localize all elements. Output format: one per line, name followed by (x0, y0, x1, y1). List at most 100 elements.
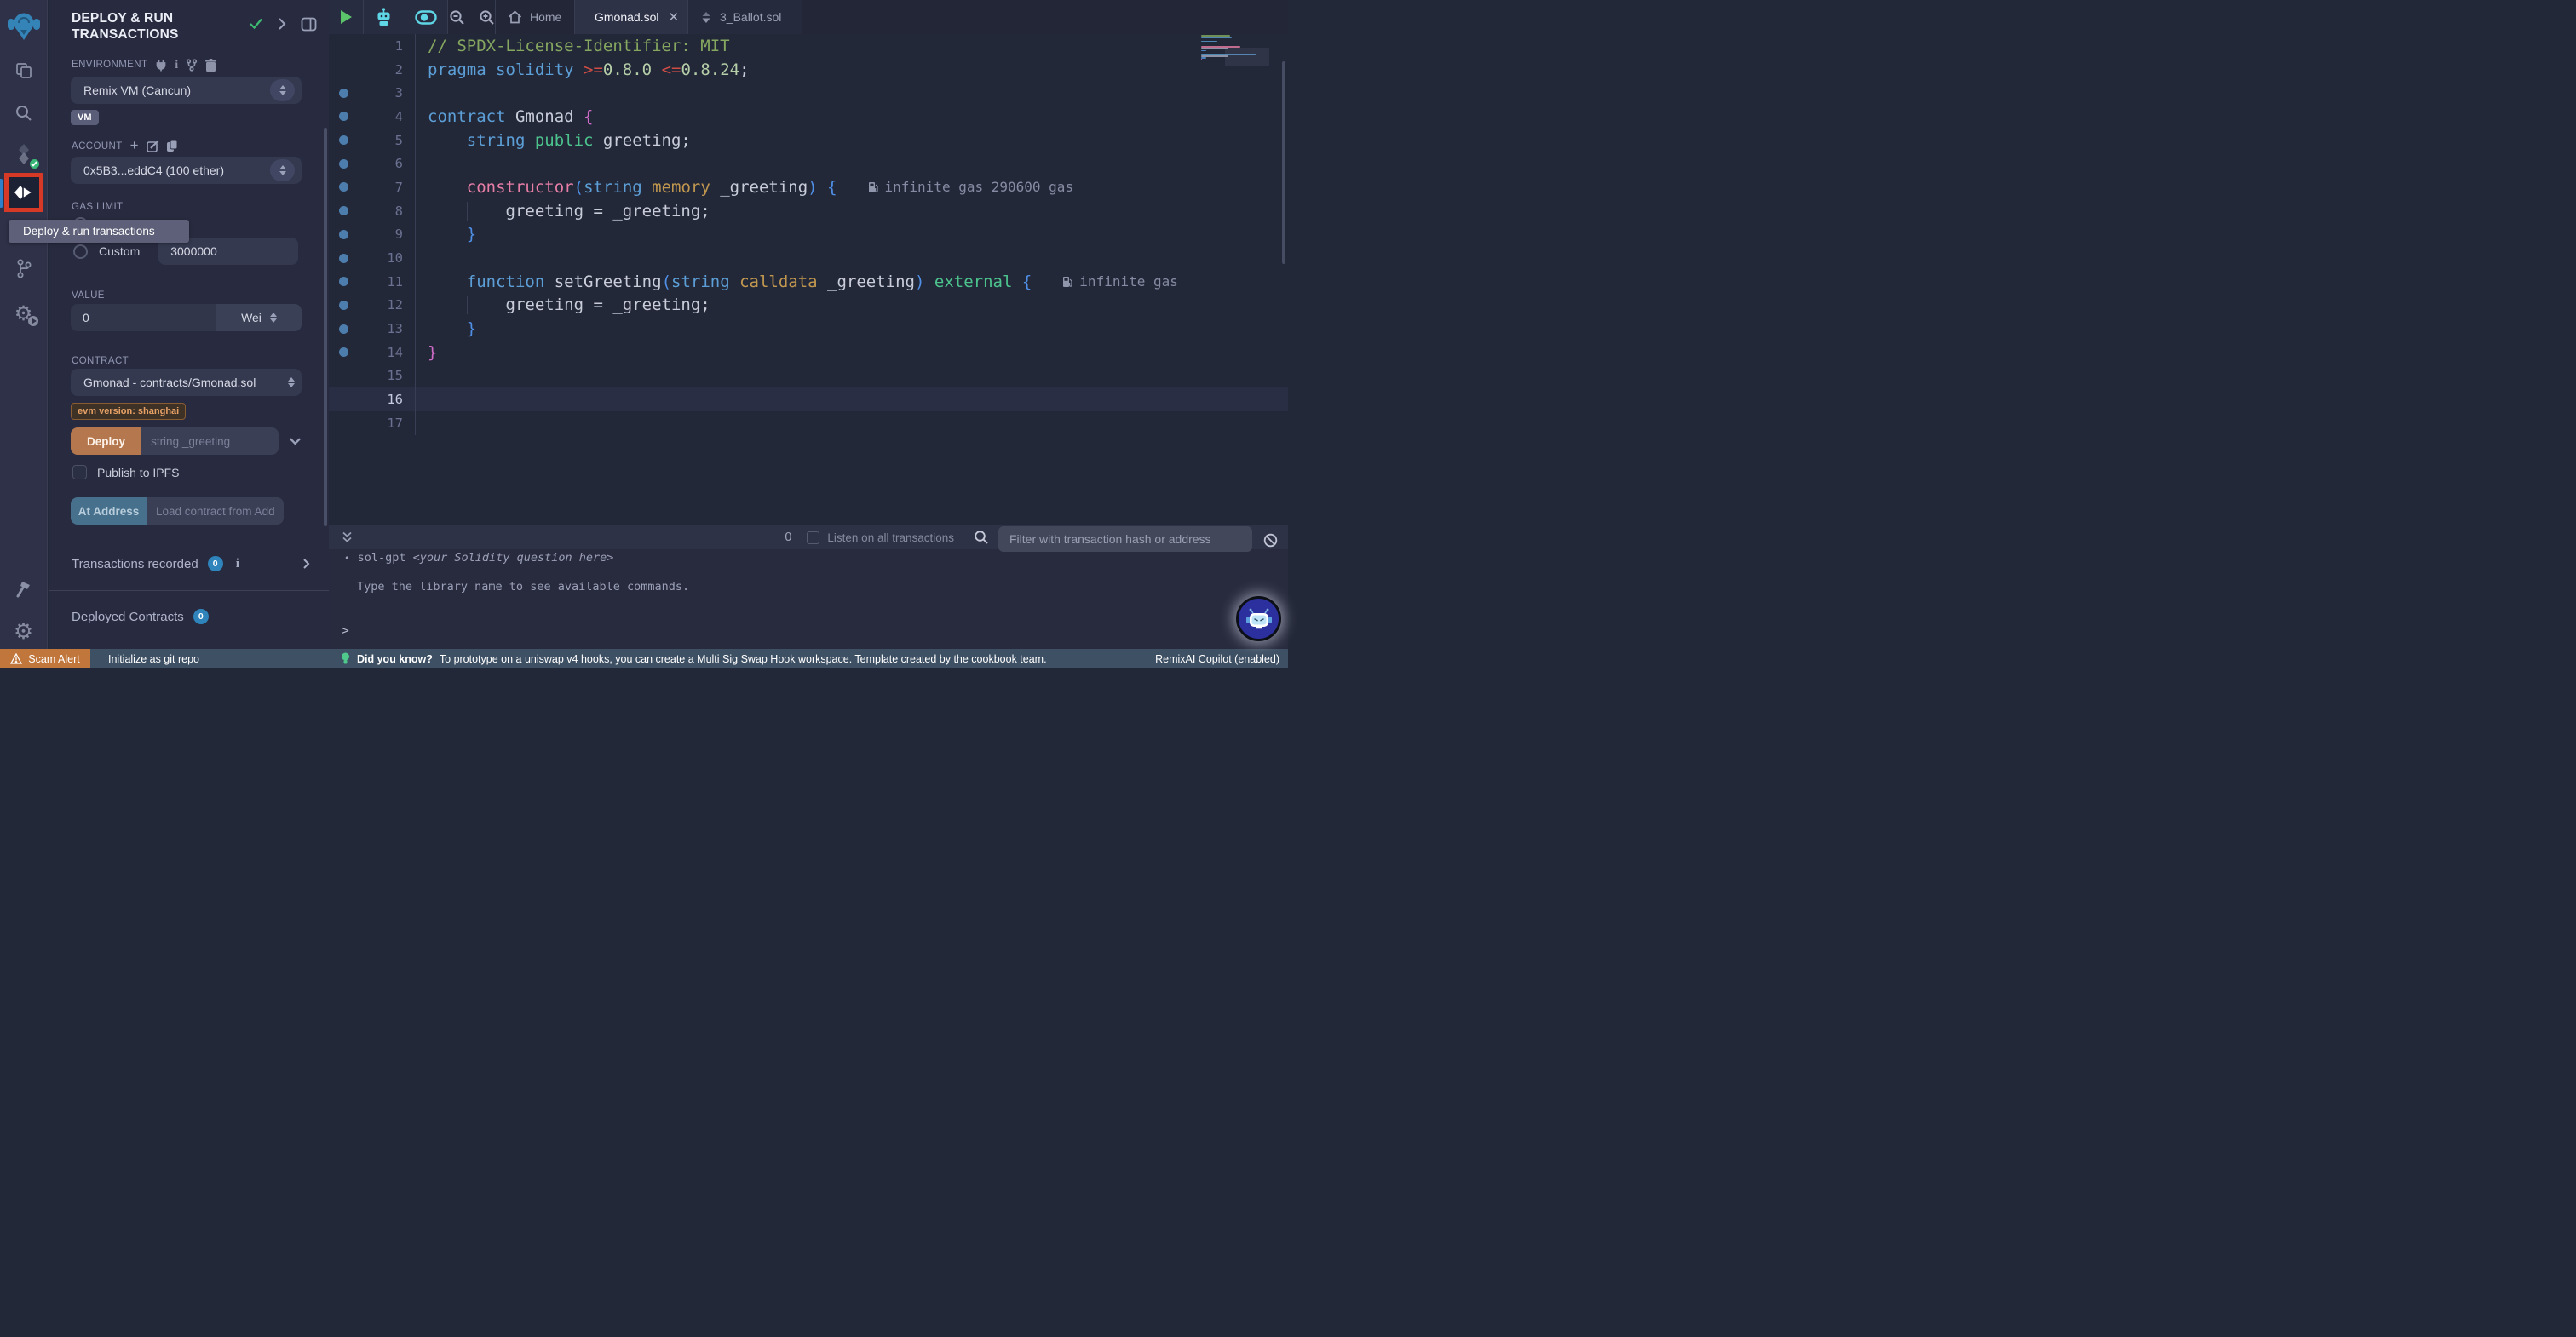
transactions-recorded-row[interactable]: Transactions recorded 0 i (49, 537, 329, 590)
deploy-run-button[interactable] (4, 173, 43, 212)
tab-close-icon[interactable]: ✕ (668, 9, 679, 25)
account-select[interactable]: 0x5B3...eddC4 (100 ether) (71, 157, 302, 184)
deploy-arg-input[interactable] (141, 427, 279, 455)
copy-account-icon[interactable] (167, 140, 178, 152)
solidity-file-icon (700, 11, 712, 24)
code-text: pragma solidity >=0.8.0 <=0.8.24; (416, 60, 750, 79)
tab-gmonad[interactable]: Gmonad.sol ✕ (575, 0, 688, 34)
panel-scrollbar[interactable] (324, 128, 327, 526)
zoom-out-icon[interactable] (449, 9, 465, 26)
code-line[interactable]: 14} (329, 341, 1288, 364)
git-button[interactable] (0, 255, 47, 283)
value-input[interactable] (71, 304, 216, 331)
tab-home[interactable]: Home (496, 0, 575, 34)
code-text: greeting = _greeting; (416, 202, 710, 221)
vm-badge: VM (71, 110, 99, 125)
env-info-icon[interactable]: i (175, 58, 178, 72)
terminal-prompt[interactable]: > (342, 624, 349, 638)
code-line[interactable]: 16 (329, 387, 1288, 411)
expand-terminal-icon[interactable] (341, 531, 354, 543)
listen-checkbox[interactable] (807, 531, 819, 544)
code-line[interactable]: 3 (329, 81, 1288, 105)
editor-region: Home Gmonad.sol ✕ 3_Ballot.sol 1// SPDX-… (329, 0, 1288, 649)
tooltip: Deploy & run transactions (9, 220, 189, 243)
plug-icon[interactable] (155, 59, 167, 72)
code-line[interactable]: 6 (329, 152, 1288, 175)
code-line[interactable]: 5 string public greeting; (329, 129, 1288, 152)
expand-chevron-icon[interactable] (278, 17, 286, 31)
custom-gas-radio[interactable] (73, 244, 88, 259)
git-init-button[interactable]: Initialize as git repo (108, 653, 199, 665)
copilot-status[interactable]: RemixAI Copilot (enabled) (1155, 653, 1279, 665)
settings-button[interactable]: ⚙ (0, 618, 47, 646)
delete-env-icon[interactable] (205, 59, 216, 72)
unit-testing-button[interactable]: ⚙ (0, 300, 47, 327)
clear-console-icon[interactable] (1263, 533, 1278, 548)
transactions-chevron-icon[interactable] (302, 558, 310, 570)
at-address-button[interactable]: At Address (71, 497, 147, 525)
publish-ipfs-option[interactable]: Publish to IPFS (49, 465, 329, 479)
gutter-glyph (329, 254, 358, 263)
remix-ai-button[interactable] (1236, 596, 1281, 641)
code-text: } (416, 319, 476, 338)
minimap-slider[interactable] (1225, 48, 1269, 66)
code-line[interactable]: 15 (329, 364, 1288, 388)
gas-limit-label: GAS LIMIT (72, 202, 123, 212)
custom-gas-text: Custom (99, 244, 140, 258)
code-line[interactable]: 9 } (329, 223, 1288, 247)
file-explorer-button[interactable] (0, 58, 47, 83)
gutter-dot-icon (339, 301, 348, 310)
at-address-input[interactable] (147, 497, 284, 525)
code-line[interactable]: 11 function setGreeting(string calldata … (329, 270, 1288, 294)
terminal-output[interactable]: •sol-gpt <your Solidity question here> T… (329, 549, 1288, 649)
gutter-dot-icon (339, 89, 348, 98)
tab-ballot[interactable]: 3_Ballot.sol (688, 0, 802, 34)
deployed-contracts-label: Deployed Contracts (72, 610, 184, 624)
deploy-expand-chevron-icon[interactable] (289, 437, 302, 445)
edit-account-icon[interactable] (147, 140, 159, 152)
pin-panel-icon[interactable] (301, 17, 317, 32)
line-number: 14 (358, 341, 416, 364)
gutter-glyph (329, 324, 358, 334)
remix-logo[interactable] (0, 9, 47, 43)
value-label: VALUE (72, 290, 105, 301)
code-text: } (416, 225, 476, 244)
code-line[interactable]: 4contract Gmonad { (329, 105, 1288, 129)
code-line[interactable]: 17 (329, 411, 1288, 435)
scam-alert-button[interactable]: Scam Alert (0, 649, 90, 668)
code-line[interactable]: 2pragma solidity >=0.8.0 <=0.8.24; (329, 58, 1288, 82)
environment-select[interactable]: Remix VM (Cancun) (71, 77, 302, 104)
code-editor[interactable]: 1// SPDX-License-Identifier: MIT2pragma … (329, 34, 1288, 525)
value-unit-select[interactable]: Wei (216, 304, 302, 331)
code-line[interactable]: 7 constructor(string memory _greeting) {… (329, 175, 1288, 199)
code-line[interactable]: 1// SPDX-License-Identifier: MIT (329, 34, 1288, 58)
code-line[interactable]: 8 greeting = _greeting; (329, 199, 1288, 223)
deploy-button[interactable]: Deploy (71, 427, 141, 455)
run-script-button[interactable] (329, 0, 364, 34)
compile-success-badge (28, 158, 41, 170)
plugin-manager-button[interactable] (0, 576, 47, 603)
transaction-count: 0 (785, 531, 791, 544)
terminal-filter-input[interactable] (998, 526, 1252, 552)
terminal-search-icon[interactable] (974, 530, 989, 545)
add-account-icon[interactable]: + (130, 141, 139, 150)
code-line[interactable]: 13 } (329, 317, 1288, 341)
fork-state-icon[interactable] (186, 59, 198, 72)
ai-assistant-icon[interactable] (375, 8, 393, 26)
gutter-glyph (329, 159, 358, 169)
account-label: ACCOUNT (72, 141, 123, 152)
code-line[interactable]: 12 greeting = _greeting; (329, 294, 1288, 318)
code-line[interactable]: 10 (329, 246, 1288, 270)
solidity-compiler-button[interactable] (0, 141, 47, 167)
transactions-info-icon[interactable]: i (236, 557, 239, 571)
gutter-glyph (329, 182, 358, 192)
contract-select[interactable]: Gmonad - contracts/Gmonad.sol (71, 369, 302, 396)
deployed-contracts-row[interactable]: Deployed Contracts 0 (49, 591, 329, 642)
deployed-count-badge: 0 (193, 609, 209, 624)
copilot-toggle-icon[interactable] (415, 10, 437, 25)
terminal: 0 Listen on all transactions •sol-gpt <y… (329, 525, 1288, 649)
publish-ipfs-checkbox[interactable] (72, 465, 87, 479)
zoom-in-icon[interactable] (479, 9, 495, 26)
search-button[interactable] (0, 100, 47, 126)
editor-scrollbar[interactable] (1282, 61, 1285, 264)
